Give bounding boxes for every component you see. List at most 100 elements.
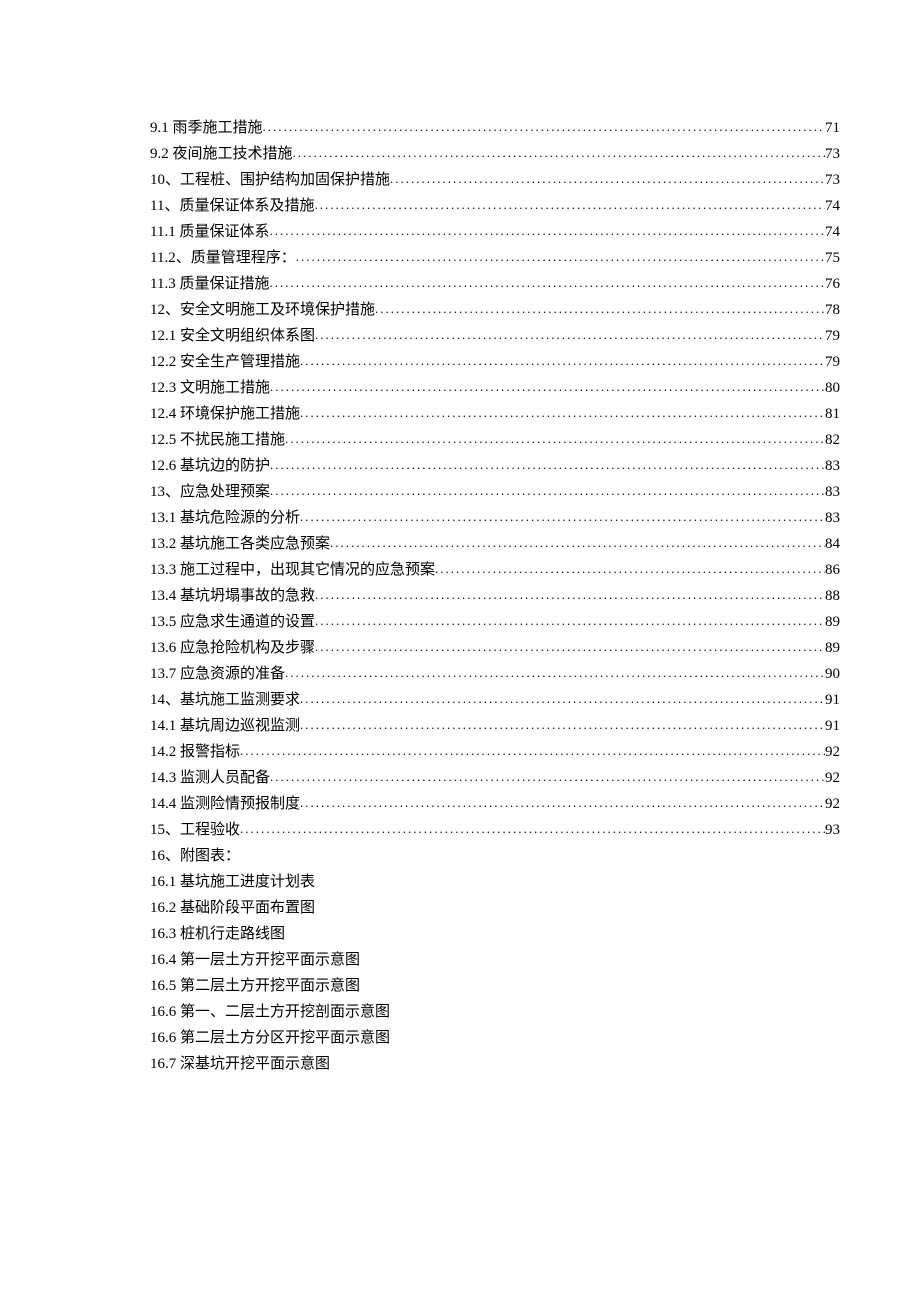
- toc-entry: 13.1 基坑危险源的分析83: [150, 505, 840, 531]
- toc-entry-label: 13.7 应急资源的准备: [150, 661, 285, 687]
- toc-entry-page: 90: [825, 661, 840, 687]
- toc-entry: 12、安全文明施工及环境保护措施 78: [150, 297, 840, 323]
- toc-entry-page: 73: [825, 167, 840, 193]
- toc-leader-dots: [240, 738, 825, 764]
- toc-entry: 13、应急处理预案 83: [150, 479, 840, 505]
- toc-entry-label: 12.2 安全生产管理措施: [150, 349, 300, 375]
- toc-entry-label: 12.1 安全文明组织体系图: [150, 323, 315, 349]
- toc-entry-label: 11、质量保证体系及措施: [150, 193, 314, 219]
- toc-entry-page: 86: [825, 557, 840, 583]
- toc-entry-page: 74: [825, 193, 840, 219]
- toc-entry-label: 12.4 环境保护施工措施: [150, 401, 300, 427]
- toc-entry-label: 13.6 应急抢险机构及步骤: [150, 635, 315, 661]
- toc-entry: 13.3 施工过程中，出现其它情况的应急预案86: [150, 557, 840, 583]
- toc-entry-label: 11.2、质量管理程序：: [150, 245, 296, 271]
- toc-entry-page: 92: [825, 739, 840, 765]
- toc-leader-dots: [300, 504, 825, 530]
- appendix-entry: 16、附图表：: [150, 843, 840, 869]
- toc-entry: 10、工程桩、围护结构加固保护措施 73: [150, 167, 840, 193]
- toc-entry: 11.3 质量保证措施 76: [150, 271, 840, 297]
- toc-entry-page: 84: [825, 531, 840, 557]
- toc-entry-page: 73: [825, 141, 840, 167]
- toc-entry-label: 12、安全文明施工及环境保护措施: [150, 297, 375, 323]
- toc-entry-label: 12.5 不扰民施工措施: [150, 427, 285, 453]
- toc-leader-dots: [435, 556, 825, 582]
- toc-entry-page: 71: [825, 115, 840, 141]
- toc-entry-page: 81: [825, 401, 840, 427]
- appendix-entry: 16.5 第二层土方开挖平面示意图: [150, 973, 840, 999]
- toc-entry: 11.1 质量保证体系74: [150, 219, 840, 245]
- toc-entry-page: 91: [825, 713, 840, 739]
- toc-leader-dots: [285, 660, 825, 686]
- toc-entry-page: 74: [825, 219, 840, 245]
- toc-entry-page: 76: [825, 271, 840, 297]
- toc-entry-label: 14.4 监测险情预报制度: [150, 791, 300, 817]
- toc-entry-label: 13、应急处理预案: [150, 479, 270, 505]
- toc-entry-page: 89: [825, 609, 840, 635]
- toc-entry: 13.2 基坑施工各类应急预案 84: [150, 531, 840, 557]
- toc-leader-dots: [315, 608, 825, 634]
- toc-leader-dots: [296, 244, 825, 270]
- toc-leader-dots: [300, 790, 825, 816]
- toc-entry-label: 13.2 基坑施工各类应急预案: [150, 531, 330, 557]
- toc-entry-page: 83: [825, 453, 840, 479]
- table-of-contents: 9.1 雨季施工措施719.2 夜间施工技术措施7310、工程桩、围护结构加固保…: [150, 115, 840, 1077]
- toc-list: 9.1 雨季施工措施719.2 夜间施工技术措施7310、工程桩、围护结构加固保…: [150, 115, 840, 843]
- toc-entry-label: 13.4 基坑坍塌事故的急救: [150, 583, 315, 609]
- appendix-entry: 16.2 基础阶段平面布置图: [150, 895, 840, 921]
- toc-entry-label: 14.3 监测人员配备: [150, 765, 270, 791]
- toc-entry: 13.7 应急资源的准备 90: [150, 661, 840, 687]
- toc-leader-dots: [293, 140, 825, 166]
- toc-entry-page: 93: [825, 817, 840, 843]
- appendix-entry: 16.6 第二层土方分区开挖平面示意图: [150, 1025, 840, 1051]
- appendix-entry: 16.3 桩机行走路线图: [150, 921, 840, 947]
- toc-entry: 13.4 基坑坍塌事故的急救88: [150, 583, 840, 609]
- toc-leader-dots: [269, 270, 825, 296]
- toc-entry-label: 10、工程桩、围护结构加固保护措施: [150, 167, 390, 193]
- toc-leader-dots: [285, 426, 825, 452]
- toc-entry-label: 13.1 基坑危险源的分析: [150, 505, 300, 531]
- toc-entry: 12.4 环境保护施工措施 81: [150, 401, 840, 427]
- toc-entry: 14.2 报警指标 92: [150, 739, 840, 765]
- toc-leader-dots: [315, 634, 825, 660]
- toc-leader-dots: [300, 686, 825, 712]
- toc-leader-dots: [269, 218, 825, 244]
- appendix-entry: 16.1 基坑施工进度计划表: [150, 869, 840, 895]
- toc-leader-dots: [300, 400, 825, 426]
- toc-leader-dots: [300, 348, 825, 374]
- toc-entry: 14.1 基坑周边巡视监测 91: [150, 713, 840, 739]
- toc-leader-dots: [300, 712, 825, 738]
- toc-entry-page: 83: [825, 479, 840, 505]
- toc-leader-dots: [270, 764, 825, 790]
- toc-entry: 12.5 不扰民施工措施 82: [150, 427, 840, 453]
- toc-entry-label: 14.1 基坑周边巡视监测: [150, 713, 300, 739]
- toc-leader-dots: [270, 452, 825, 478]
- toc-entry: 12.3 文明施工措施80: [150, 375, 840, 401]
- toc-entry: 13.6 应急抢险机构及步骤 89: [150, 635, 840, 661]
- toc-entry-page: 78: [825, 297, 840, 323]
- toc-entry-label: 9.1 雨季施工措施: [150, 115, 263, 141]
- toc-entry-page: 82: [825, 427, 840, 453]
- toc-entry-page: 75: [825, 245, 840, 271]
- toc-entry: 14.4 监测险情预报制度 92: [150, 791, 840, 817]
- toc-entry-label: 14.2 报警指标: [150, 739, 240, 765]
- toc-entry-label: 9.2 夜间施工技术措施: [150, 141, 293, 167]
- toc-entry-page: 80: [825, 375, 840, 401]
- toc-leader-dots: [315, 582, 825, 608]
- appendix-entry: 16.7 深基坑开挖平面示意图: [150, 1051, 840, 1077]
- toc-entry-page: 79: [825, 323, 840, 349]
- toc-entry-label: 15、工程验收: [150, 817, 240, 843]
- toc-entry-page: 92: [825, 791, 840, 817]
- appendix-entry: 16.4 第一层土方开挖平面示意图: [150, 947, 840, 973]
- toc-entry: 9.1 雨季施工措施 71: [150, 115, 840, 141]
- toc-entry-page: 92: [825, 765, 840, 791]
- toc-leader-dots: [315, 322, 825, 348]
- toc-entry-page: 89: [825, 635, 840, 661]
- toc-entry: 9.2 夜间施工技术措施 73: [150, 141, 840, 167]
- toc-leader-dots: [270, 478, 825, 504]
- toc-leader-dots: [263, 114, 825, 140]
- toc-leader-dots: [330, 530, 825, 556]
- toc-entry: 14.3 监测人员配备 92: [150, 765, 840, 791]
- toc-entry-label: 11.3 质量保证措施: [150, 271, 269, 297]
- toc-leader-dots: [240, 816, 825, 842]
